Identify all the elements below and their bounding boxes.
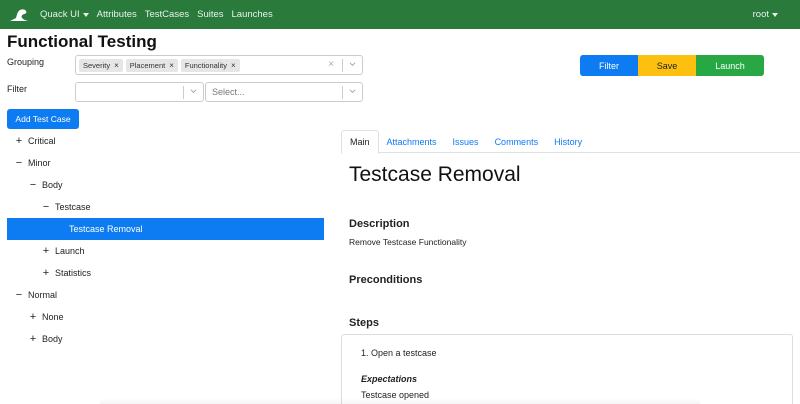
- tree-node-label: Normal: [28, 290, 58, 300]
- top-navbar: Quack UI Attributes TestCases Suites Lau…: [0, 0, 800, 29]
- tree-node-none[interactable]: + None: [28, 306, 64, 328]
- tree-node-label: Body: [42, 180, 63, 190]
- filter-label: Filter: [7, 84, 27, 94]
- remove-chip-icon[interactable]: ×: [231, 61, 236, 70]
- filter-value-placeholder: Select...: [212, 87, 245, 97]
- chip-label: Severity: [83, 60, 111, 70]
- chevron-down-icon[interactable]: [349, 88, 356, 95]
- collapse-icon[interactable]: −: [14, 157, 24, 169]
- page-title: Functional Testing: [7, 32, 157, 51]
- add-test-case-button[interactable]: Add Test Case: [7, 109, 79, 129]
- separator: [342, 59, 343, 72]
- tab-main[interactable]: Main: [341, 130, 379, 154]
- tree-node-minor[interactable]: − Minor: [14, 152, 51, 174]
- step-card: 1. Open a testcase Expectations Testcase…: [341, 334, 793, 404]
- nav-suites[interactable]: Suites: [197, 9, 223, 20]
- nav-launches[interactable]: Launches: [232, 9, 273, 20]
- grouping-select[interactable]: Severity × Placement × Functionality × ×: [75, 55, 363, 75]
- expand-icon[interactable]: +: [28, 311, 38, 323]
- tree-node-normal[interactable]: − Normal: [14, 284, 57, 306]
- tree-node-label: Statistics: [55, 268, 92, 278]
- grouping-chip-placement: Placement ×: [125, 58, 178, 72]
- user-name: root: [752, 9, 769, 20]
- step-text: 1. Open a testcase: [361, 348, 437, 358]
- tree-node-body-2[interactable]: + Body: [28, 328, 63, 350]
- remove-chip-icon[interactable]: ×: [169, 61, 174, 70]
- tab-attachments[interactable]: Attachments: [379, 130, 445, 153]
- bottom-shadow: [100, 398, 700, 404]
- chip-label: Placement: [129, 60, 166, 70]
- preconditions-heading: Preconditions: [349, 274, 423, 286]
- duck-logo-icon[interactable]: [8, 7, 30, 23]
- testcase-tabs: Main Attachments Issues Comments History: [341, 130, 800, 154]
- tree-node-label: Testcase: [55, 202, 91, 212]
- clear-icon[interactable]: ×: [328, 59, 334, 70]
- tree-node-label: Launch: [55, 246, 85, 256]
- expand-icon[interactable]: +: [41, 245, 51, 257]
- tree-node-testcase[interactable]: − Testcase: [41, 196, 91, 218]
- filter-field-select[interactable]: [75, 82, 204, 102]
- grouping-chip-severity: Severity ×: [79, 58, 123, 72]
- remove-chip-icon[interactable]: ×: [114, 61, 119, 70]
- expand-icon[interactable]: +: [28, 333, 38, 345]
- tab-issues[interactable]: Issues: [445, 130, 487, 153]
- description-heading: Description: [349, 218, 410, 230]
- collapse-icon[interactable]: −: [28, 179, 38, 191]
- tree-node-label: None: [42, 312, 64, 322]
- save-button[interactable]: Save: [638, 55, 696, 76]
- separator: [342, 86, 343, 99]
- chip-label: Functionality: [184, 60, 227, 70]
- nav-brand-dropdown[interactable]: Quack UI: [40, 9, 89, 20]
- separator: [183, 86, 184, 99]
- filter-button[interactable]: Filter: [580, 55, 638, 76]
- tree-node-label: Body: [42, 334, 63, 344]
- grouping-chip-functionality: Functionality ×: [180, 58, 240, 72]
- chevron-down-icon: [772, 12, 778, 17]
- nav-brand-label: Quack UI: [40, 9, 80, 20]
- chevron-down-icon: [82, 12, 89, 17]
- description-text: Remove Testcase Functionality: [349, 237, 467, 247]
- tree-node-label: Minor: [28, 158, 51, 168]
- tree-node-label: Critical: [28, 136, 56, 146]
- tree-node-body[interactable]: − Body: [28, 174, 63, 196]
- filter-value-select[interactable]: Select...: [205, 82, 363, 102]
- nav-attributes[interactable]: Attributes: [97, 9, 137, 20]
- tree-node-launch[interactable]: + Launch: [41, 240, 85, 262]
- tree-node-critical[interactable]: + Critical: [14, 130, 56, 152]
- tree-node-statistics[interactable]: + Statistics: [41, 262, 91, 284]
- collapse-icon[interactable]: −: [14, 289, 24, 301]
- expand-icon[interactable]: +: [14, 135, 24, 147]
- chevron-down-icon[interactable]: [190, 88, 197, 95]
- tree-node-testcase-removal[interactable]: Testcase Removal: [7, 218, 324, 240]
- testcase-title: Testcase Removal: [349, 163, 521, 186]
- expectations-heading: Expectations: [361, 374, 418, 384]
- launch-button[interactable]: Launch: [696, 55, 764, 76]
- nav-testcases[interactable]: TestCases: [145, 9, 189, 20]
- grouping-label: Grouping: [7, 57, 45, 67]
- chevron-down-icon[interactable]: [349, 61, 356, 68]
- steps-heading: Steps: [349, 317, 379, 329]
- tab-history[interactable]: History: [546, 130, 590, 153]
- expand-icon[interactable]: +: [41, 267, 51, 279]
- user-menu[interactable]: root: [753, 9, 778, 20]
- collapse-icon[interactable]: −: [41, 201, 51, 213]
- tab-comments[interactable]: Comments: [487, 130, 547, 153]
